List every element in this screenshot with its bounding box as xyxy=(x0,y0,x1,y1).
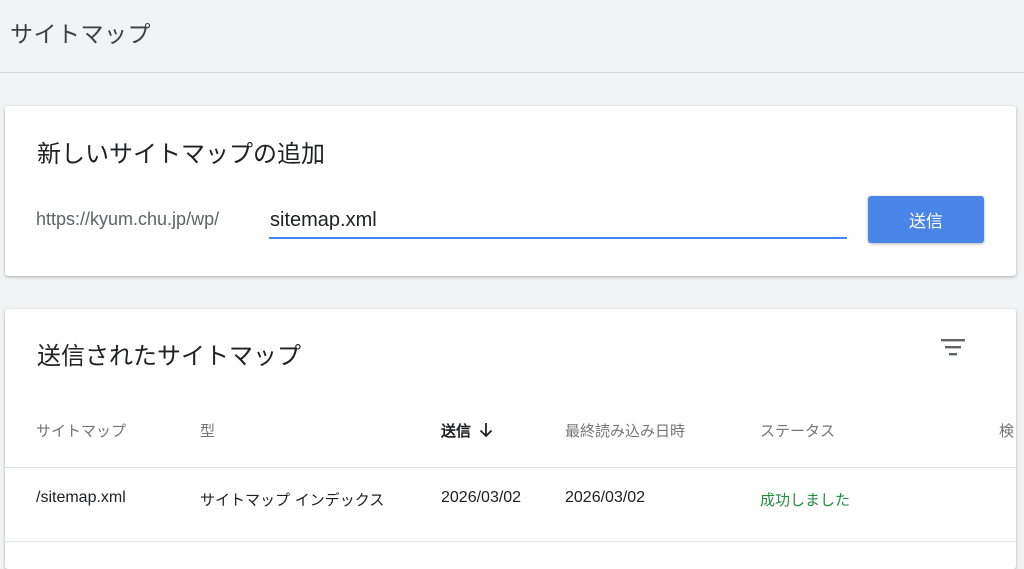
cell-last-read: 2026/03/02 xyxy=(565,489,646,506)
sitemap-url-input[interactable] xyxy=(269,203,847,239)
column-header-discovered[interactable]: 検 xyxy=(999,420,1014,441)
header-divider xyxy=(5,467,1016,468)
submit-button[interactable]: 送信 xyxy=(868,196,984,243)
column-header-sitemap[interactable]: サイトマップ xyxy=(36,420,126,441)
submitted-sitemaps-title: 送信されたサイトマップ xyxy=(37,342,301,370)
arrow-down-icon xyxy=(479,422,493,442)
cell-type: サイトマップ インデックス xyxy=(200,491,385,509)
cell-sitemap: /sitemap.xml xyxy=(36,489,126,506)
page-header: サイトマップ xyxy=(0,0,1024,73)
add-sitemap-title: 新しいサイトマップの追加 xyxy=(37,140,325,168)
submitted-sitemaps-card: 送信されたサイトマップ サイトマップ 型 送信 最終読み込み日時 ステータス 検… xyxy=(5,309,1016,569)
column-header-submitted-label: 送信 xyxy=(441,422,472,440)
row-divider xyxy=(5,541,1016,542)
cell-status: 成功しました xyxy=(760,491,851,509)
page-title: サイトマップ xyxy=(10,22,151,48)
add-sitemap-card: 新しいサイトマップの追加 https://kyum.chu.jp/wp/ 送信 xyxy=(5,106,1016,276)
filter-icon[interactable] xyxy=(938,335,968,361)
column-header-status[interactable]: ステータス xyxy=(760,420,835,441)
column-header-submitted[interactable]: 送信 xyxy=(441,420,493,442)
column-header-last-read[interactable]: 最終読み込み日時 xyxy=(565,420,685,441)
cell-submitted: 2026/03/02 xyxy=(441,489,522,506)
column-header-type[interactable]: 型 xyxy=(200,420,215,441)
url-prefix: https://kyum.chu.jp/wp/ xyxy=(36,209,220,229)
